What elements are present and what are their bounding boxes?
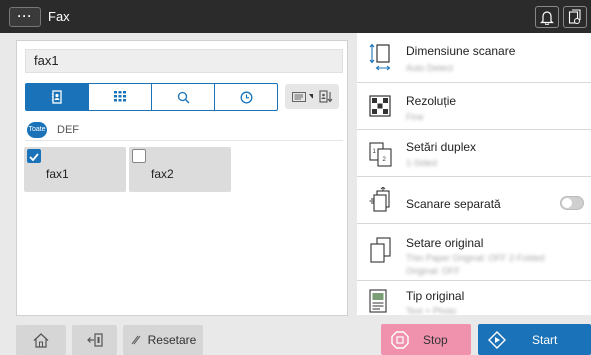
filter-all-button[interactable]: Toate <box>27 121 47 138</box>
search-icon <box>177 91 189 103</box>
separate-scan-toggle[interactable] <box>560 196 584 210</box>
setting-value: Text + Photo <box>406 306 457 315</box>
menu-button[interactable]: ··· <box>9 7 41 27</box>
keypad-icon <box>114 91 126 102</box>
scan-size-icon <box>369 43 391 71</box>
list-view-icon <box>292 91 306 102</box>
tab-address-book[interactable] <box>26 84 89 110</box>
index-filter-row: Toate DEF <box>25 119 343 141</box>
destination-tabbar <box>25 83 278 111</box>
tab-history[interactable] <box>215 84 277 110</box>
stop-label: Stop <box>423 332 448 347</box>
notification-button[interactable] <box>535 6 559 28</box>
checkmark-icon <box>29 153 39 162</box>
clock-icon <box>240 91 252 103</box>
reset-label: Resetare <box>147 333 197 347</box>
tab-keypad[interactable] <box>89 84 152 110</box>
job-list-icon <box>568 9 581 24</box>
setting-label: Rezoluție <box>406 94 457 108</box>
setting-label: Tip original <box>406 289 465 303</box>
setting-separate-scan[interactable]: Scanare separată <box>357 177 591 224</box>
destination-label: fax2 <box>151 167 174 181</box>
stop-icon <box>391 330 409 349</box>
checkbox-checked[interactable] <box>27 149 41 163</box>
setting-duplex[interactable]: 1 2 Setări duplex 1-Sided <box>357 130 591 177</box>
sort-button[interactable] <box>313 84 339 109</box>
setting-value: Fine <box>406 112 424 122</box>
start-label: Start <box>532 332 558 347</box>
setting-label: Dimensiune scanare <box>406 44 516 58</box>
accessibility-icon <box>86 333 103 347</box>
bell-icon <box>540 10 554 25</box>
filter-def-button[interactable]: DEF <box>57 124 79 136</box>
setting-label: Setare original <box>406 236 484 250</box>
destination-fax2-button[interactable]: fax2 <box>129 147 231 192</box>
eraser-icon <box>131 335 141 345</box>
address-book-icon <box>51 90 62 104</box>
setting-original-type[interactable]: Tip original Text + Photo <box>357 281 591 315</box>
duplex-icon: 1 2 <box>369 142 392 167</box>
tab-search[interactable] <box>152 84 215 110</box>
top-bar: ··· Fax <box>0 0 591 33</box>
separate-scan-icon <box>369 187 390 212</box>
setting-value: Auto Detect <box>406 63 454 73</box>
stop-button[interactable]: Stop <box>381 324 471 355</box>
job-status-button[interactable] <box>563 6 587 28</box>
destination-fax1-button[interactable]: fax1 <box>24 147 126 192</box>
fax-address-input[interactable]: fax1 <box>25 49 343 73</box>
home-button[interactable] <box>16 325 66 355</box>
sort-icon <box>319 90 333 103</box>
setting-scan-size[interactable]: Dimensiune scanare Auto Detect <box>357 33 591 83</box>
settings-panel: Dimensiune scanare Auto Detect Rezoluție… <box>357 33 591 315</box>
start-button[interactable]: Start <box>478 324 591 355</box>
setting-original-settings[interactable]: Setare original Thin Paper Original: OFF… <box>357 224 591 281</box>
home-icon <box>33 332 49 348</box>
original-settings-icon <box>370 237 391 263</box>
start-icon <box>488 330 506 349</box>
setting-value: 1-Sided <box>406 158 438 168</box>
reset-button[interactable]: Resetare <box>123 325 203 355</box>
bottom-bar: Resetare Stop Start <box>0 320 591 355</box>
destination-label: fax1 <box>46 167 69 181</box>
setting-label: Scanare separată <box>406 197 501 211</box>
setting-value: Thin Paper Original: OFF 2-Folded Origin… <box>406 253 545 276</box>
checkbox-unchecked[interactable] <box>132 149 146 163</box>
resolution-icon <box>369 95 391 117</box>
original-type-icon <box>369 289 387 313</box>
setting-label: Setări duplex <box>406 140 477 154</box>
destination-panel: fax1 Toate DEF fax1 fax2 <box>16 40 348 316</box>
app-title: Fax <box>48 9 70 24</box>
setting-resolution[interactable]: Rezoluție Fine <box>357 83 591 130</box>
accessibility-button[interactable] <box>72 325 117 355</box>
